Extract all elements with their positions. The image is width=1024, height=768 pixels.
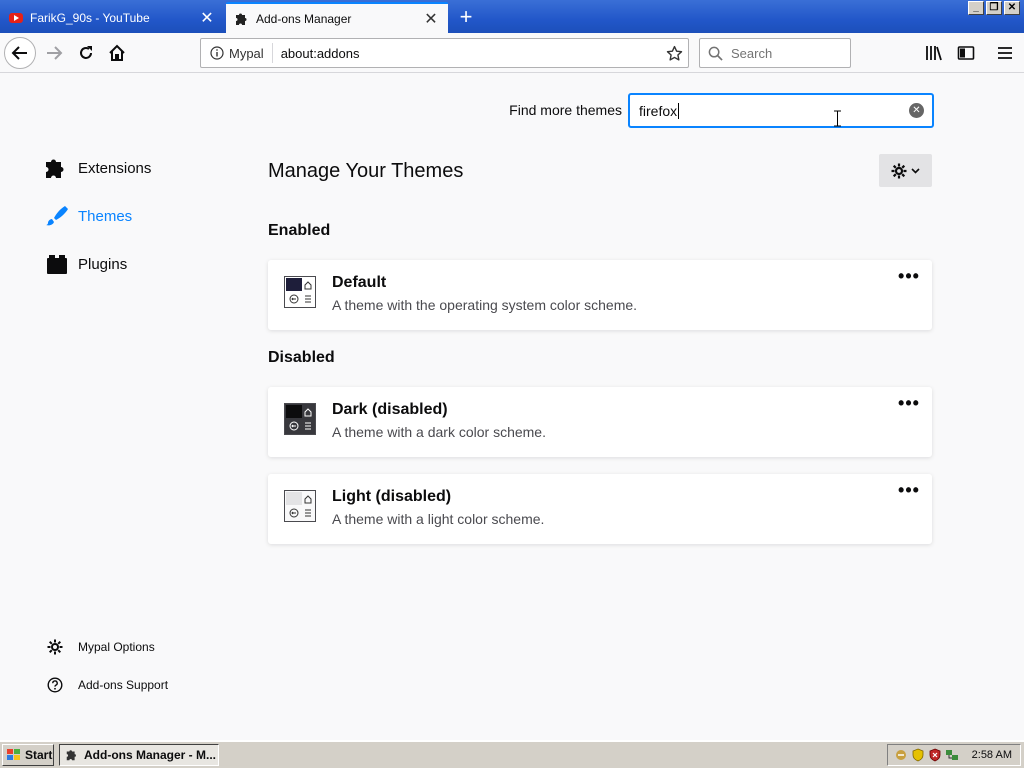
arrow-right-icon [47, 46, 63, 60]
clock: 2:58 AM [971, 749, 1012, 761]
tools-menu-button[interactable] [879, 154, 932, 187]
windows-logo-icon [7, 749, 20, 760]
page-title: Manage Your Themes [268, 160, 464, 182]
start-button[interactable]: Start [2, 744, 54, 766]
theme-name: Dark (disabled) [332, 401, 448, 418]
puzzle-icon [234, 11, 250, 27]
theme-name: Default [332, 274, 387, 291]
text-cursor-icon [834, 110, 841, 127]
addons-manager-page: Find more themes firefox ✕ Extensions Th… [0, 74, 1024, 740]
light-theme-icon [284, 490, 316, 522]
site-identity[interactable]: Mypal [201, 43, 273, 63]
taskbar: Start Add-ons Manager - M... 2:58 AM [0, 740, 1024, 768]
antivirus-shield-icon[interactable] [928, 748, 942, 762]
sidebar-icon [957, 46, 975, 60]
url-bar[interactable]: Mypal about:addons [200, 38, 689, 68]
info-icon [210, 46, 224, 60]
default-theme-icon [284, 276, 316, 308]
more-options-icon[interactable]: ••• [898, 480, 920, 502]
theme-description: A theme with the operating system color … [332, 297, 638, 313]
more-options-icon[interactable]: ••• [898, 393, 920, 415]
search-icon [708, 46, 723, 61]
tab-title: Add-ons Manager [256, 11, 352, 26]
home-icon [109, 44, 125, 61]
dark-theme-icon [284, 403, 316, 435]
restore-button[interactable]: ❐ [986, 1, 1002, 15]
library-button[interactable] [918, 37, 950, 69]
search-placeholder: Search [731, 45, 773, 61]
enabled-heading: Enabled [268, 222, 331, 239]
brush-icon [44, 204, 68, 228]
category-plugins[interactable]: Plugins [44, 252, 127, 276]
theme-card-light[interactable]: Light (disabled) A theme with a light co… [268, 474, 932, 544]
new-tab-button[interactable]: + [452, 3, 480, 31]
search-input[interactable]: Search [699, 38, 851, 68]
addons-support-link[interactable]: Add-ons Support [46, 676, 168, 694]
system-tray: 2:58 AM [887, 744, 1021, 766]
category-label: Themes [78, 207, 133, 225]
url-text[interactable]: about:addons [273, 46, 660, 61]
youtube-icon [8, 10, 24, 26]
category-label: Extensions [78, 159, 152, 177]
identity-label: Mypal [229, 45, 264, 61]
tab-strip: FarikG_90s - YouTube ✕ Add-ons Manager ✕… [0, 0, 1024, 33]
clear-search-icon[interactable]: ✕ [909, 103, 924, 118]
main-menu-button[interactable] [989, 37, 1021, 69]
footer-link-label: Mypal Options [78, 640, 155, 654]
tab-addons-manager[interactable]: Add-ons Manager ✕ [226, 2, 448, 33]
library-icon [926, 46, 942, 61]
window-controls: _ ❐ ✕ [968, 1, 1020, 15]
close-window-button[interactable]: ✕ [1004, 1, 1020, 15]
start-label: Start [25, 748, 53, 762]
more-options-icon[interactable]: ••• [898, 266, 920, 288]
taskbar-item-label: Add-ons Manager - M... [84, 748, 216, 762]
help-icon [46, 676, 64, 694]
plugin-icon [44, 252, 68, 276]
disabled-heading: Disabled [268, 349, 335, 366]
category-label: Plugins [78, 255, 128, 273]
network-icon[interactable] [945, 748, 959, 762]
mypal-options-link[interactable]: Mypal Options [46, 638, 155, 656]
reload-button[interactable] [70, 37, 102, 69]
theme-description: A theme with a light color scheme. [332, 511, 545, 527]
find-themes-value: firefox [639, 102, 678, 119]
sidebar-toggle-button[interactable] [950, 37, 982, 69]
gear-icon [46, 638, 64, 656]
find-themes-label: Find more themes [509, 102, 622, 118]
puzzle-icon [66, 750, 76, 761]
chevron-down-icon [911, 167, 920, 174]
footer-link-label: Add-ons Support [78, 678, 169, 692]
hamburger-icon [998, 47, 1012, 59]
reload-icon [80, 46, 92, 59]
category-extensions[interactable]: Extensions [44, 156, 151, 180]
taskbar-item-addons-manager[interactable]: Add-ons Manager - M... [59, 744, 219, 766]
theme-name: Light (disabled) [332, 488, 452, 505]
gear-icon [891, 163, 907, 178]
category-themes[interactable]: Themes [44, 204, 132, 228]
theme-card-dark[interactable]: Dark (disabled) A theme with a dark colo… [268, 387, 932, 457]
tab-title: FarikG_90s - YouTube [30, 10, 150, 25]
find-themes-input[interactable]: firefox ✕ [628, 93, 934, 128]
arrow-left-icon [11, 46, 27, 60]
theme-card-default[interactable]: Default A theme with the operating syste… [268, 260, 932, 330]
back-button[interactable] [4, 37, 36, 69]
navigation-toolbar: Mypal about:addons Search [0, 33, 1024, 73]
text-caret [678, 102, 680, 119]
tab-close-icon[interactable]: ✕ [422, 10, 440, 28]
bookmark-star-icon[interactable] [660, 45, 688, 62]
forward-button[interactable] [38, 37, 70, 69]
security-shield-icon[interactable] [911, 748, 925, 762]
home-button[interactable] [101, 37, 133, 69]
puzzle-icon [44, 156, 68, 180]
theme-description: A theme with a dark color scheme. [332, 424, 546, 440]
tray-app-icon[interactable] [894, 748, 908, 762]
minimize-button[interactable]: _ [968, 1, 984, 15]
tab-close-icon[interactable]: ✕ [198, 9, 216, 27]
tab-youtube[interactable]: FarikG_90s - YouTube ✕ [0, 2, 224, 33]
